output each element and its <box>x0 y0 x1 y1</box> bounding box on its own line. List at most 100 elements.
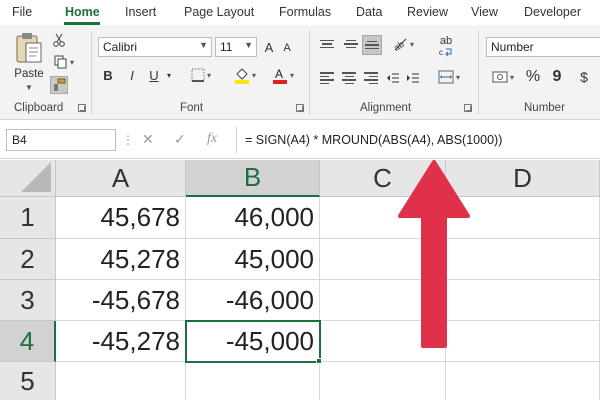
tab-formulas[interactable]: Formulas <box>279 5 331 19</box>
cell-b4[interactable]: -45,000 <box>186 321 320 362</box>
chevron-down-icon: ▼ <box>199 40 208 50</box>
number-format-dropdown[interactable]: Number <box>486 37 600 57</box>
align-center-icon <box>342 72 356 84</box>
fill-color-button[interactable]: ▾ <box>228 65 262 85</box>
cell-b3[interactable]: -46,000 <box>186 280 320 321</box>
align-right-button[interactable] <box>362 69 380 87</box>
format-painter-icon[interactable] <box>50 76 68 94</box>
enter-icon[interactable]: ✓ <box>174 131 186 148</box>
merge-center-button[interactable]: ▾ <box>434 67 464 87</box>
align-center-button[interactable] <box>340 69 358 87</box>
resize-handle-icon[interactable]: ⋮ <box>122 133 134 147</box>
wrap-text-label: ab <box>439 34 453 47</box>
formula-input[interactable]: = SIGN(A4) * MROUND(ABS(A4), ABS(1000)) <box>236 127 600 153</box>
copy-icon[interactable]: ▾ <box>50 53 78 71</box>
font-group-label: Font <box>180 102 204 114</box>
fill-color-icon <box>234 68 249 84</box>
align-top-icon <box>320 39 334 49</box>
tab-data[interactable]: Data <box>356 5 382 19</box>
cell-a4[interactable]: -45,278 <box>56 321 186 362</box>
row-header-5[interactable]: 5 <box>0 362 56 400</box>
align-right-icon <box>364 72 378 84</box>
formula-bar-row: B4 ⋮ ✕ ✓ fx = SIGN(A4) * MROUND(ABS(A4),… <box>0 121 600 159</box>
font-name-dropdown[interactable]: Calibri ▼ <box>98 37 212 57</box>
tab-insert[interactable]: Insert <box>125 5 156 19</box>
insert-function-button[interactable]: fx <box>207 131 217 147</box>
accounting-format-button[interactable]: ▾ <box>486 67 520 87</box>
paste-dropdown-icon[interactable]: ▼ <box>18 81 40 93</box>
merge-center-icon <box>438 70 454 84</box>
cell-a1[interactable]: 45,678 <box>56 197 186 239</box>
cell-a5[interactable] <box>56 362 186 400</box>
font-launcher-icon[interactable] <box>296 104 304 112</box>
cell-b5[interactable] <box>186 362 320 400</box>
cut-icon[interactable] <box>50 31 68 49</box>
cell-b2[interactable]: 45,000 <box>186 239 320 280</box>
tab-developer[interactable]: Developer <box>524 5 581 19</box>
increase-indent-icon <box>407 73 419 83</box>
decrease-indent-button[interactable] <box>384 69 402 87</box>
underline-button[interactable]: U <box>146 66 162 84</box>
shrink-font-button[interactable]: A <box>280 39 294 57</box>
column-header-a[interactable]: A <box>56 160 186 197</box>
cell-b1[interactable]: 46,000 <box>186 197 320 239</box>
alignment-launcher-icon[interactable] <box>464 104 472 112</box>
increase-indent-button[interactable] <box>404 69 422 87</box>
ribbon: Paste ▼ ▾ Clipboard Calibri ▼ 11 ▼ A A B… <box>0 25 600 120</box>
font-color-icon: A <box>272 67 287 84</box>
align-left-button[interactable] <box>318 69 336 87</box>
align-bottom-icon <box>365 40 379 50</box>
svg-text:c: c <box>439 48 443 57</box>
cell-a2[interactable]: 45,278 <box>56 239 186 280</box>
paste-label[interactable]: Paste <box>12 67 46 81</box>
select-all-icon <box>21 162 51 192</box>
decrease-indent-icon <box>387 73 399 83</box>
number-format-value: Number <box>491 40 534 54</box>
tab-page-layout[interactable]: Page Layout <box>184 5 254 19</box>
accounting-format-icon <box>492 71 508 83</box>
column-header-b[interactable]: B <box>186 160 320 197</box>
font-size-dropdown[interactable]: 11 ▼ <box>215 37 257 57</box>
row-header-1[interactable]: 1 <box>0 197 56 239</box>
wrap-text-button[interactable]: ab c <box>434 33 458 59</box>
row-header-2[interactable]: 2 <box>0 239 56 280</box>
cancel-icon[interactable]: ✕ <box>142 131 154 148</box>
align-middle-icon <box>344 39 358 49</box>
percent-style-button[interactable]: % <box>524 67 542 87</box>
wrap-text-icon: c <box>439 48 452 57</box>
red-arrow-icon <box>398 160 470 348</box>
chevron-down-icon: ▼ <box>244 40 253 50</box>
italic-button[interactable]: I <box>124 66 140 84</box>
font-name-value: Calibri <box>103 40 138 54</box>
borders-button[interactable]: ▾ <box>186 66 216 84</box>
cell-c5[interactable] <box>320 362 446 400</box>
comma-style-button[interactable]: 9 <box>548 67 566 87</box>
group-separator <box>478 31 479 115</box>
currency-button[interactable]: $ <box>574 67 594 87</box>
paste-button[interactable] <box>10 31 48 67</box>
tab-view[interactable]: View <box>471 5 498 19</box>
underline-dropdown-icon[interactable]: ▾ <box>164 66 174 84</box>
align-middle-button[interactable] <box>342 35 360 53</box>
row-header-4[interactable]: 4 <box>0 321 56 362</box>
cell-d5[interactable] <box>446 362 600 400</box>
tab-home[interactable]: Home <box>65 5 100 19</box>
font-color-button[interactable]: A ▾ <box>266 65 300 85</box>
tab-review[interactable]: Review <box>407 5 448 19</box>
fill-handle[interactable] <box>316 358 322 364</box>
align-top-button[interactable] <box>318 35 336 53</box>
align-left-icon <box>320 72 334 84</box>
row-header-3[interactable]: 3 <box>0 280 56 321</box>
name-box[interactable]: B4 <box>6 129 116 151</box>
clipboard-launcher-icon[interactable] <box>78 104 86 112</box>
tab-file[interactable]: File <box>12 5 32 19</box>
group-separator <box>91 31 92 115</box>
grow-font-button[interactable]: A <box>261 37 277 57</box>
select-all-button[interactable] <box>0 160 56 197</box>
paste-icon <box>16 33 42 63</box>
orientation-button[interactable]: ab ▾ <box>388 35 418 53</box>
bold-button[interactable]: B <box>100 66 116 84</box>
align-bottom-button[interactable] <box>362 35 382 55</box>
cell-a3[interactable]: -45,678 <box>56 280 186 321</box>
svg-text:A: A <box>275 67 283 81</box>
